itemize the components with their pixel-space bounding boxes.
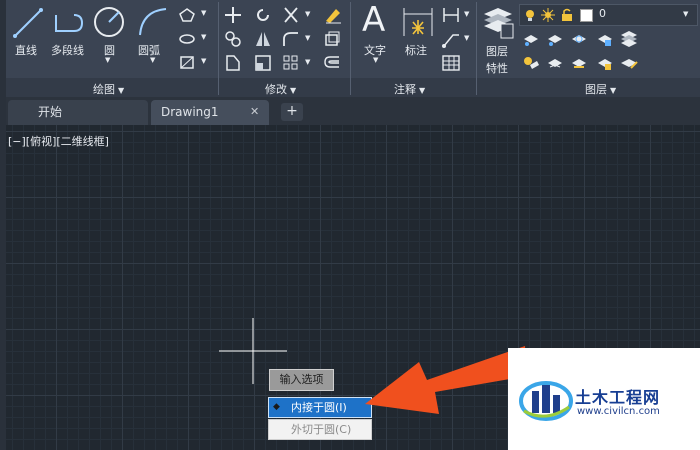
layer-tool-icon[interactable] — [522, 55, 540, 71]
arc-label: 圆弧 — [138, 44, 160, 57]
polygon-icon[interactable] — [178, 7, 196, 23]
new-tab-button[interactable]: + — [281, 103, 303, 121]
fillet-dropdown-icon[interactable]: ▼ — [305, 34, 310, 42]
linear-dim-icon[interactable] — [441, 6, 461, 24]
array-dropdown-icon[interactable]: ▼ — [305, 58, 310, 66]
leader-icon[interactable] — [441, 30, 461, 48]
layer-stack-icon[interactable] — [619, 29, 639, 47]
current-layer-name: 0 — [599, 7, 606, 20]
tab-start-label: 开始 — [38, 105, 63, 119]
polyline-icon — [55, 14, 84, 32]
layer-lock-icon — [562, 8, 572, 21]
option-inscribed-label: 内接于圆(I) — [291, 401, 347, 414]
layer-tool-icon[interactable] — [546, 31, 564, 47]
rotate-icon[interactable] — [254, 6, 272, 24]
panel-divider — [350, 2, 351, 95]
hatch-icon[interactable] — [178, 54, 196, 70]
text-dropdown-icon: ▼ — [373, 56, 379, 64]
layer-properties-icon — [484, 8, 514, 39]
ribbon: 直线 多段线 圆 ▼ 圆弧 ▼ ▼ ▼ ▼ 绘图 ▼ ▼ ▼ ▼ 修改 ▼ A 文字… — [0, 0, 700, 97]
layer-properties-label-1: 图层 — [486, 45, 508, 58]
stretch-icon[interactable] — [224, 54, 242, 72]
draw-more-dropdown-icon[interactable]: ▼ — [201, 57, 206, 65]
selected-bullet-icon: ◆ — [273, 402, 280, 412]
watermark-logo-icon — [519, 381, 573, 421]
leader-dropdown-icon[interactable]: ▼ — [464, 34, 469, 42]
layer-lock-tool-icon[interactable] — [596, 31, 614, 47]
ellipse-icon[interactable] — [178, 31, 196, 47]
tab-drawing1[interactable]: Drawing1 ✕ — [151, 100, 269, 125]
layer-on-icon — [526, 10, 534, 21]
text-a-icon: A — [362, 0, 386, 40]
annotation-panel-title[interactable]: 注释 ▼ — [394, 81, 425, 97]
copy-icon[interactable] — [224, 30, 242, 48]
panel-divider — [476, 2, 477, 95]
line-icon — [13, 8, 43, 38]
modify-panel-title[interactable]: 修改 ▼ — [265, 81, 296, 97]
layer-walk-icon[interactable] — [619, 55, 639, 71]
explode-icon[interactable] — [323, 30, 341, 48]
dimension-icon — [403, 8, 433, 36]
circle-icon — [94, 7, 124, 37]
move-icon[interactable] — [224, 6, 242, 24]
mirror-icon[interactable] — [254, 30, 272, 48]
trim-icon[interactable] — [282, 6, 300, 24]
array-icon[interactable] — [282, 54, 300, 72]
tab-drawing1-label: Drawing1 — [161, 105, 219, 119]
line-label: 直线 — [15, 44, 37, 57]
layer-tool-icon[interactable] — [570, 31, 588, 47]
option-circumscribed-label: 外切于圆(C) — [291, 423, 352, 436]
fillet-icon[interactable] — [282, 30, 300, 48]
watermark-url: www.civilcn.com — [577, 406, 660, 417]
draw-more-dropdown-icon[interactable]: ▼ — [201, 9, 206, 17]
offset-icon[interactable] — [323, 54, 341, 72]
layer-dropdown[interactable]: 0 ▼ — [519, 4, 698, 26]
layer-dropdown-chevron-icon: ▼ — [683, 10, 689, 18]
watermark-title: 土木工程网 — [575, 388, 661, 407]
panel-divider — [218, 2, 219, 95]
scale-icon[interactable] — [254, 54, 272, 72]
layer-tool-icon[interactable] — [546, 55, 564, 71]
dimension-label: 标注 — [405, 44, 427, 57]
erase-icon[interactable] — [323, 6, 343, 24]
arc-icon — [139, 8, 167, 36]
trim-dropdown-icon[interactable]: ▼ — [305, 10, 310, 18]
tab-close-icon[interactable]: ✕ — [250, 100, 259, 124]
layer-tool-icon[interactable] — [570, 55, 588, 71]
draw-panel-title[interactable]: 绘图 ▼ — [93, 81, 124, 97]
option-circumscribed[interactable]: 外切于圆(C) — [268, 419, 372, 440]
linear-dim-dropdown-icon[interactable]: ▼ — [464, 10, 469, 18]
left-edge-bar — [0, 0, 6, 450]
layer-thaw-icon — [541, 8, 555, 22]
circle-dropdown-icon: ▼ — [105, 56, 111, 64]
arc-dropdown-icon: ▼ — [150, 56, 156, 64]
viewport-controls[interactable]: [−][俯视][二维线框] — [8, 133, 109, 149]
layer-unlock-tool-icon[interactable] — [596, 55, 614, 71]
polyline-label: 多段线 — [51, 44, 84, 57]
annotation-arrow-icon — [365, 346, 527, 414]
table-icon[interactable] — [441, 54, 461, 72]
file-tab-bar: 开始 Drawing1 ✕ + — [0, 97, 700, 125]
draw-more-dropdown-icon[interactable]: ▼ — [201, 33, 206, 41]
layer-properties-label-2: 特性 — [486, 62, 508, 75]
layer-color-swatch — [580, 9, 593, 22]
layer-tool-icon[interactable] — [522, 31, 540, 47]
input-options-header: 输入选项 — [269, 369, 334, 391]
tab-start[interactable]: 开始 — [8, 100, 148, 125]
layers-panel-title[interactable]: 图层 ▼ — [585, 81, 616, 97]
